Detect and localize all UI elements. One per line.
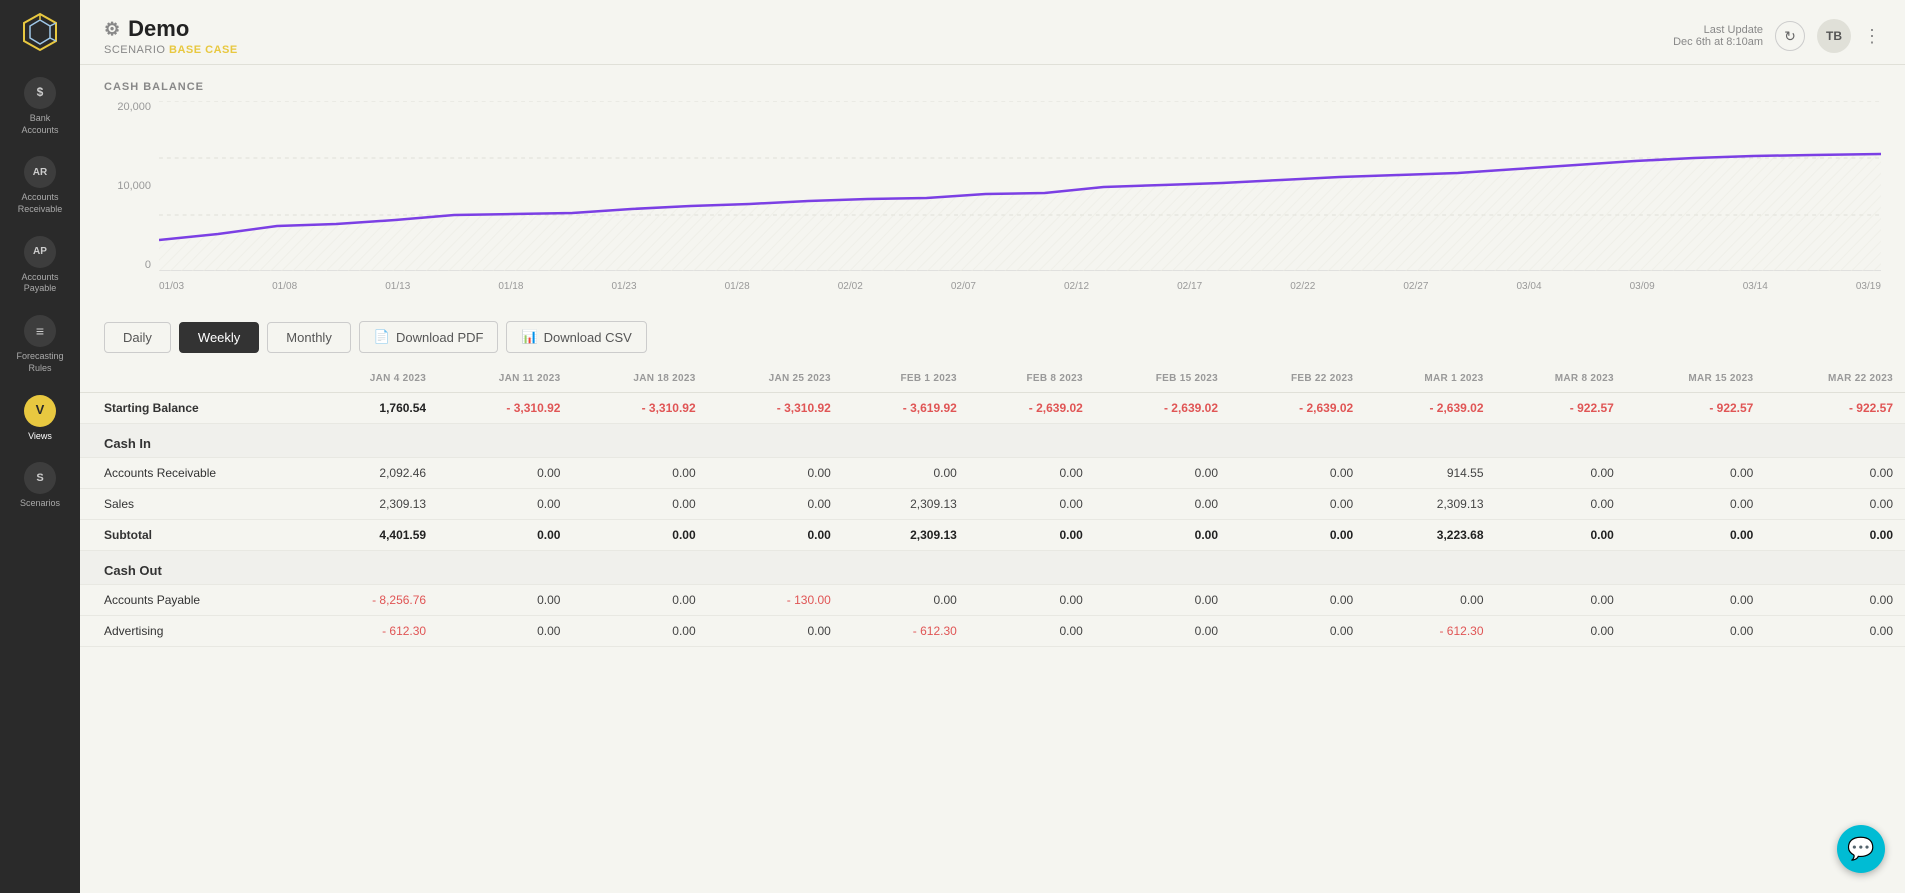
col-header-mar8: MAR 8 2023 [1496, 365, 1626, 393]
download-pdf-label: Download PDF [396, 330, 483, 345]
cell-starting-balance-feb1: - 3,619.92 [843, 393, 969, 424]
header-title-block: ⚙ Demo SCENARIO BASE CASE [104, 16, 238, 56]
header-left: ⚙ Demo SCENARIO BASE CASE [104, 16, 238, 56]
table-row: Accounts Payable - 8,256.76 0.00 0.00 - … [80, 585, 1905, 616]
scenario-value: BASE CASE [169, 44, 238, 56]
table-header-row: JAN 4 2023 JAN 11 2023 JAN 18 2023 JAN 2… [80, 365, 1905, 393]
table-row: Accounts Receivable 2,092.46 0.00 0.00 0… [80, 458, 1905, 489]
daily-tab[interactable]: Daily [104, 322, 171, 353]
download-csv-button[interactable]: 📊 Download CSV [506, 321, 646, 353]
table-row: Starting Balance 1,760.54 - 3,310.92 - 3… [80, 393, 1905, 424]
last-update-label: Last Update [1673, 24, 1763, 36]
row-label-accounts-receivable: Accounts Receivable [80, 458, 312, 489]
col-header-jan25: JAN 25 2023 [708, 365, 843, 393]
chart-section: CASH BALANCE 20,000 10,000 0 [80, 65, 1905, 309]
table-row: Advertising - 612.30 0.00 0.00 0.00 - 61… [80, 616, 1905, 647]
col-header-feb22: FEB 22 2023 [1230, 365, 1365, 393]
accounts-receivable-icon: AR [24, 156, 56, 188]
table-row: Cash Out [80, 551, 1905, 585]
monthly-tab[interactable]: Monthly [267, 322, 351, 353]
sidebar-item-accounts-payable-label: AccountsPayable [21, 272, 58, 295]
cash-balance-chart: 20,000 10,000 0 [104, 101, 1881, 301]
col-header-jan4: JAN 4 2023 [312, 365, 438, 393]
row-label-starting-balance: Starting Balance [80, 393, 312, 424]
cell-starting-balance-mar22: - 922.57 [1765, 393, 1905, 424]
col-header-mar15: MAR 15 2023 [1626, 365, 1766, 393]
table-row: Sales 2,309.13 0.00 0.00 0.00 2,309.13 0… [80, 489, 1905, 520]
views-icon: V [24, 395, 56, 427]
sidebar-item-accounts-payable[interactable]: AP AccountsPayable [0, 226, 80, 305]
view-controls: Daily Weekly Monthly 📄 Download PDF 📊 Do… [80, 309, 1905, 365]
page-header: ⚙ Demo SCENARIO BASE CASE Last Update De… [80, 0, 1905, 65]
forecasting-rules-icon: ≡ [24, 315, 56, 347]
chart-x-axis: 01/03 01/08 01/13 01/18 01/23 01/28 02/0… [159, 271, 1881, 301]
pdf-icon: 📄 [374, 329, 390, 345]
page-title: ⚙ Demo [104, 16, 238, 42]
section-cash-out: Cash Out [80, 551, 1905, 585]
sidebar-item-views-label: Views [28, 431, 52, 443]
sidebar-item-bank-accounts[interactable]: $ BankAccounts [0, 67, 80, 146]
sidebar-item-forecasting-rules[interactable]: ≡ ForecastingRules [0, 305, 80, 384]
col-header-jan11: JAN 11 2023 [438, 365, 572, 393]
chart-plot-area [159, 101, 1881, 271]
row-label-subtotal-cashin: Subtotal [80, 520, 312, 551]
header-right: Last Update Dec 6th at 8:10am ↻ TB ⋮ [1673, 19, 1881, 53]
last-update-value: Dec 6th at 8:10am [1673, 36, 1763, 48]
cell-starting-balance-mar8: - 922.57 [1496, 393, 1626, 424]
main-content: ⚙ Demo SCENARIO BASE CASE Last Update De… [80, 0, 1905, 893]
sidebar-item-accounts-receivable-label: AccountsReceivable [18, 192, 63, 215]
refresh-button[interactable]: ↻ [1775, 21, 1805, 51]
cell-starting-balance-feb22: - 2,639.02 [1230, 393, 1365, 424]
chat-button[interactable]: 💬 [1837, 825, 1885, 873]
section-cash-in: Cash In [80, 424, 1905, 458]
cell-starting-balance-mar1: - 2,639.02 [1365, 393, 1495, 424]
csv-icon: 📊 [521, 329, 537, 345]
cell-starting-balance-jan18: - 3,310.92 [572, 393, 707, 424]
col-header-label [80, 365, 312, 393]
scenario-label: SCENARIO BASE CASE [104, 44, 238, 56]
sidebar-item-bank-accounts-label: BankAccounts [21, 113, 58, 136]
download-pdf-button[interactable]: 📄 Download PDF [359, 321, 499, 353]
col-header-mar1: MAR 1 2023 [1365, 365, 1495, 393]
cell-starting-balance-feb8: - 2,639.02 [969, 393, 1095, 424]
gear-icon: ⚙ [104, 19, 120, 40]
col-header-mar22: MAR 22 2023 [1765, 365, 1905, 393]
sidebar-item-accounts-receivable[interactable]: AR AccountsReceivable [0, 146, 80, 225]
data-table-wrapper: JAN 4 2023 JAN 11 2023 JAN 18 2023 JAN 2… [80, 365, 1905, 893]
chart-y-axis: 20,000 10,000 0 [104, 101, 159, 271]
col-header-feb1: FEB 1 2023 [843, 365, 969, 393]
sidebar: $ BankAccounts AR AccountsReceivable AP … [0, 0, 80, 893]
bank-accounts-icon: $ [24, 77, 56, 109]
title-text: Demo [128, 16, 189, 42]
last-update: Last Update Dec 6th at 8:10am [1673, 24, 1763, 48]
sidebar-item-scenarios[interactable]: S Scenarios [0, 452, 80, 520]
row-label-accounts-payable: Accounts Payable [80, 585, 312, 616]
row-label-sales: Sales [80, 489, 312, 520]
col-header-jan18: JAN 18 2023 [572, 365, 707, 393]
accounts-payable-icon: AP [24, 236, 56, 268]
cell-starting-balance-jan25: - 3,310.92 [708, 393, 843, 424]
table-row: Cash In [80, 424, 1905, 458]
download-csv-label: Download CSV [544, 330, 632, 345]
row-label-advertising: Advertising [80, 616, 312, 647]
weekly-tab[interactable]: Weekly [179, 322, 259, 353]
col-header-feb8: FEB 8 2023 [969, 365, 1095, 393]
sidebar-item-forecasting-rules-label: ForecastingRules [16, 351, 63, 374]
cell-starting-balance-mar15: - 922.57 [1626, 393, 1766, 424]
app-logo[interactable] [18, 10, 62, 59]
cell-starting-balance-jan4: 1,760.54 [312, 393, 438, 424]
scenarios-icon: S [24, 462, 56, 494]
col-header-feb15: FEB 15 2023 [1095, 365, 1230, 393]
cash-flow-table: JAN 4 2023 JAN 11 2023 JAN 18 2023 JAN 2… [80, 365, 1905, 647]
avatar: TB [1817, 19, 1851, 53]
more-options-button[interactable]: ⋮ [1863, 26, 1881, 47]
sidebar-item-scenarios-label: Scenarios [20, 498, 60, 510]
sidebar-item-views[interactable]: V Views [0, 385, 80, 453]
chart-title: CASH BALANCE [104, 81, 1881, 93]
cell-starting-balance-feb15: - 2,639.02 [1095, 393, 1230, 424]
table-row: Subtotal 4,401.59 0.00 0.00 0.00 2,309.1… [80, 520, 1905, 551]
cell-starting-balance-jan11: - 3,310.92 [438, 393, 572, 424]
